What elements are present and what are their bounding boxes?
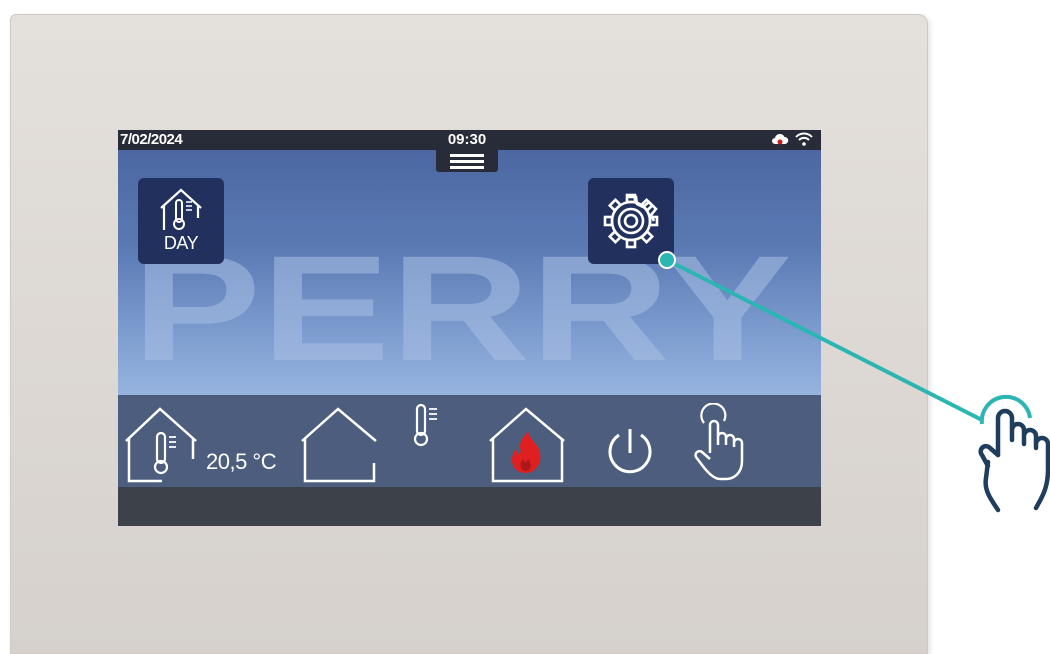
cloud-alert-icon [772,133,789,145]
home-zone-button[interactable] [298,401,382,485]
zone-temperature-button[interactable] [122,401,204,485]
house-icon [301,407,377,483]
touch-hand-icon [694,402,744,481]
main-area: PERRY DAY [118,150,821,395]
touch-gesture-icon [978,394,1050,513]
touch-button[interactable] [690,402,760,483]
temperature-setpoint-button[interactable] [408,399,448,453]
menu-icon [450,154,484,172]
clock-display: 09:30 [447,131,487,148]
power-icon [608,429,652,474]
status-icons [771,132,813,146]
gear-icon [603,193,659,249]
menu-tab[interactable]: 09:30 [436,130,498,172]
thermometer-icon [413,403,437,447]
wifi-icon [795,132,813,146]
power-button[interactable] [602,423,658,479]
flame-house-icon [489,407,565,483]
day-mode-button[interactable]: DAY [138,178,224,264]
current-temperature: 20,5 °C [206,449,277,474]
footer-bar [118,487,821,526]
thermometer-house-icon [125,407,197,483]
touch-screen: PERRY DAY 20,5 °C 7/02/2024 09:30 [118,130,821,526]
heating-button[interactable] [486,401,570,485]
date-display: 7/02/2024 [120,131,183,148]
day-label: DAY [163,233,199,253]
svg-text:PERRY: PERRY [132,224,792,392]
bottom-bar: 20,5 °C [118,395,821,487]
settings-button[interactable] [588,178,674,264]
